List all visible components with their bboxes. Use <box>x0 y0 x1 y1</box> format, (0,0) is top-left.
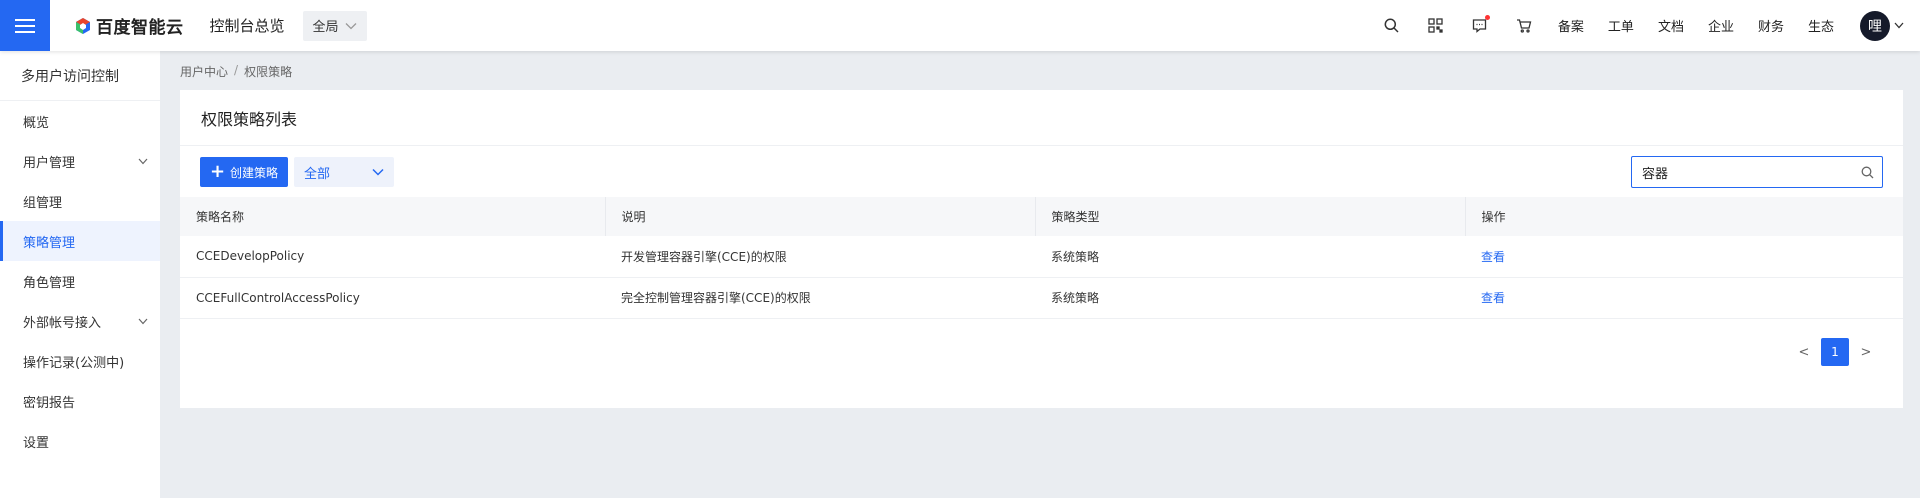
policy-action-cell: 查看 <box>1465 236 1903 278</box>
cloud-logo-icon <box>76 17 90 34</box>
sidebar-item-overview[interactable]: 概览 <box>0 101 160 141</box>
chevron-down-icon[interactable] <box>1894 22 1904 29</box>
policy-description: 完全控制管理容器引擎(CCE)的权限 <box>605 277 1035 319</box>
policy-action-cell: 查看 <box>1465 277 1903 319</box>
chevron-down-icon <box>138 318 148 324</box>
nav-link-ticket[interactable]: 工单 <box>1596 16 1646 35</box>
sidebar-item-label: 用户管理 <box>23 155 76 171</box>
sidebar-item-label: 设置 <box>23 435 50 451</box>
menu-icon <box>15 18 35 33</box>
view-link[interactable]: 查看 <box>1481 250 1505 264</box>
sidebar-item-label: 角色管理 <box>23 275 76 291</box>
breadcrumb-current: 权限策略 <box>244 65 293 79</box>
messages-button[interactable] <box>1458 0 1502 51</box>
create-policy-button[interactable]: + 创建策略 <box>200 157 288 187</box>
search-button[interactable] <box>1370 0 1414 51</box>
cart-button[interactable] <box>1502 0 1546 51</box>
table-row: CCEDevelopPolicy 开发管理容器引擎(CCE)的权限 系统策略 查… <box>180 236 1903 278</box>
sidebar-item-label: 操作记录(公测中) <box>23 355 125 371</box>
sidebar-item-policies[interactable]: 策略管理 <box>0 221 160 261</box>
cart-icon <box>1516 19 1532 33</box>
sidebar-item-groups[interactable]: 组管理 <box>0 181 160 221</box>
search-box[interactable] <box>1631 156 1883 188</box>
sidebar-item-settings[interactable]: 设置 <box>0 421 160 461</box>
console-overview-link[interactable]: 控制台总览 <box>210 15 285 36</box>
region-select[interactable]: 全局 <box>302 10 367 41</box>
column-header-type: 策略类型 <box>1035 197 1466 236</box>
region-value: 全局 <box>312 20 339 35</box>
chevron-down-icon <box>372 168 384 176</box>
prev-page-button[interactable]: < <box>1790 345 1818 360</box>
sidebar-item-operation-log[interactable]: 操作记录(公测中) <box>0 341 160 381</box>
column-header-description: 说明 <box>605 197 1036 236</box>
nav-link-ecosystem[interactable]: 生态 <box>1796 16 1846 35</box>
page-button-current[interactable]: 1 <box>1821 338 1849 366</box>
breadcrumb-parent[interactable]: 用户中心 <box>180 63 228 80</box>
hamburger-menu-button[interactable] <box>0 0 50 51</box>
sidebar-item-roles[interactable]: 角色管理 <box>0 261 160 301</box>
search-icon <box>1384 18 1399 33</box>
column-header-action: 操作 <box>1465 197 1903 236</box>
table-header-row: 策略名称 说明 策略类型 操作 <box>180 197 1903 236</box>
sidebar-item-label: 概览 <box>23 115 50 131</box>
search-input[interactable] <box>1642 164 1861 180</box>
breadcrumb: 用户中心 / 权限策略 <box>180 63 292 80</box>
top-bar: 百度智能云 控制台总览 全局 备案 工单 文档 企业 财务 生态 哩 <box>0 0 1920 51</box>
nav-link-docs[interactable]: 文档 <box>1646 16 1696 35</box>
sidebar: 多用户访问控制 概览 用户管理 组管理 策略管理 角色管理 外部帐号接入 操作记… <box>0 51 160 498</box>
policy-description: 开发管理容器引擎(CCE)的权限 <box>605 236 1035 278</box>
sidebar-title: 多用户访问控制 <box>0 51 160 101</box>
sidebar-item-users[interactable]: 用户管理 <box>0 141 160 181</box>
notification-dot <box>1484 15 1490 20</box>
sidebar-item-external-accounts[interactable]: 外部帐号接入 <box>0 301 160 341</box>
logo-text: 百度智能云 <box>96 18 184 38</box>
policy-type: 系统策略 <box>1035 277 1465 319</box>
pagination: < 1 > <box>1790 338 1880 366</box>
next-page-button[interactable]: > <box>1852 345 1880 360</box>
policy-name: CCEDevelopPolicy <box>180 236 605 278</box>
toolbar: + 创建策略 全部 <box>200 156 1883 188</box>
avatar[interactable]: 哩 <box>1860 10 1890 41</box>
policy-type: 系统策略 <box>1035 236 1465 278</box>
sidebar-item-label: 组管理 <box>23 195 63 211</box>
breadcrumb-separator: / <box>234 63 239 77</box>
search-icon[interactable] <box>1861 166 1874 179</box>
chevron-down-icon <box>345 22 356 29</box>
policy-list-panel: 权限策略列表 + 创建策略 全部 策略名称 说明 策略类型 操作 CCEDeve… <box>180 90 1903 408</box>
sidebar-item-key-report[interactable]: 密钥报告 <box>0 381 160 421</box>
chevron-down-icon <box>138 158 148 164</box>
policy-table: 策略名称 说明 策略类型 操作 CCEDevelopPolicy 开发管理容器引… <box>180 197 1903 319</box>
nav-link-filing[interactable]: 备案 <box>1546 16 1596 35</box>
plus-icon: + <box>209 161 226 182</box>
table-row: CCEFullControlAccessPolicy 完全控制管理容器引擎(CC… <box>180 277 1903 319</box>
sidebar-item-label: 密钥报告 <box>23 395 76 411</box>
qr-code-icon <box>1428 18 1444 33</box>
create-policy-label: 创建策略 <box>230 165 279 180</box>
logo[interactable]: 百度智能云 <box>74 13 184 38</box>
sidebar-item-label: 策略管理 <box>23 235 76 251</box>
policy-type-filter[interactable]: 全部 <box>294 157 394 187</box>
policy-name: CCEFullControlAccessPolicy <box>180 277 605 319</box>
nav-link-finance[interactable]: 财务 <box>1746 16 1796 35</box>
filter-value: 全部 <box>304 166 331 182</box>
sidebar-item-label: 外部帐号接入 <box>23 315 102 331</box>
page-title: 权限策略列表 <box>180 90 1903 146</box>
message-icon <box>1473 19 1487 33</box>
column-header-name: 策略名称 <box>180 197 606 236</box>
qr-code-button[interactable] <box>1414 0 1458 51</box>
view-link[interactable]: 查看 <box>1481 291 1505 305</box>
nav-link-enterprise[interactable]: 企业 <box>1696 16 1746 35</box>
